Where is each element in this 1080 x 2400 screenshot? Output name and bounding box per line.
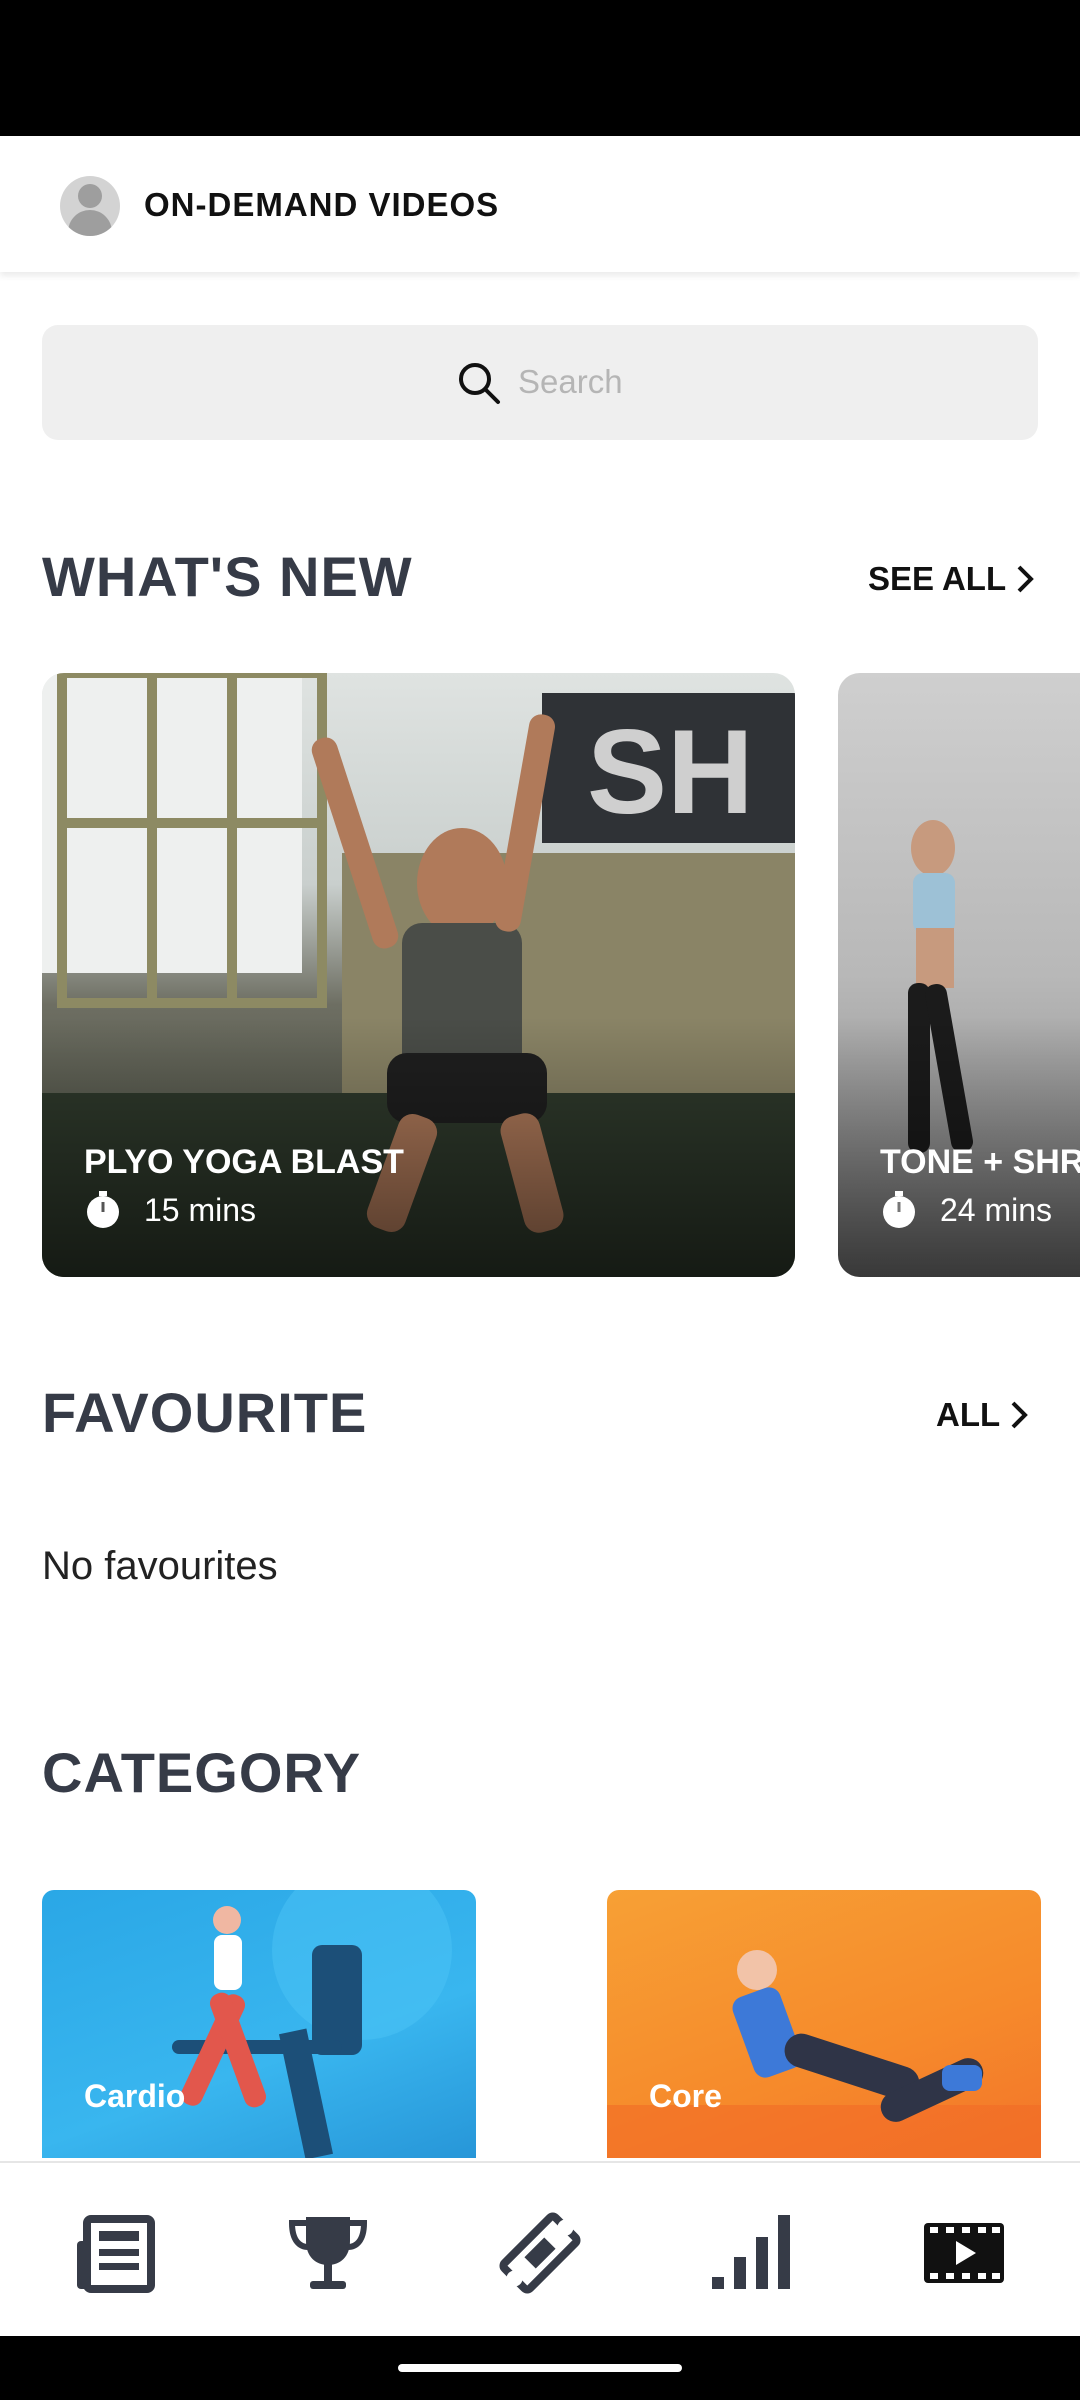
video-duration: 24 mins [880,1191,1052,1229]
page-title: ON-DEMAND VIDEOS [144,186,500,223]
video-title: PLYO YOGA BLAST [84,1143,404,1181]
status-bar [0,0,1080,136]
category-tile-core[interactable]: Core [607,1890,1041,2158]
film-play-icon[interactable] [922,2211,1006,2295]
search-input[interactable]: Search [42,325,1038,440]
category-title: CATEGORY [42,1741,362,1804]
svg-text:SH: SH [587,705,754,839]
newspaper-icon[interactable] [75,2211,159,2295]
see-all-label: SEE ALL [868,560,1007,597]
favourite-all-link[interactable]: ALL [936,1396,1028,1434]
category-label: Core [649,2078,722,2114]
stopwatch-icon [87,1191,119,1228]
video-card[interactable]: SH PLYO YOGA BLAST 15 mins [42,673,795,1277]
bottom-navigation [0,2161,1080,2338]
app-header: ON-DEMAND VIDEOS [0,136,1080,272]
chevron-right-icon [1011,1401,1028,1429]
avatar[interactable] [60,176,120,236]
search-icon [459,363,500,404]
home-indicator[interactable] [398,2364,682,2372]
empty-favourites-text: No favourites [42,1544,278,1588]
video-title: TONE + SHRE [880,1143,1080,1181]
situp-illustration [607,1950,1041,2158]
category-tile-cardio[interactable]: Cardio [42,1890,476,2158]
favourite-title: FAVOURITE [42,1381,368,1444]
whats-new-title: WHAT'S NEW [42,545,413,608]
see-all-link[interactable]: SEE ALL [868,560,1034,598]
ticket-icon[interactable] [498,2211,582,2295]
video-card[interactable]: TONE + SHRE 24 mins [838,673,1080,1277]
bar-chart-icon[interactable] [710,2211,794,2295]
trophy-icon[interactable] [286,2211,370,2295]
all-label: ALL [936,1396,1001,1433]
duration-text: 24 mins [940,1191,1053,1228]
runner-illustration [172,1890,452,2158]
stopwatch-icon [883,1191,915,1228]
search-placeholder: Search [518,363,623,400]
video-duration: 15 mins [84,1191,256,1229]
duration-text: 15 mins [144,1191,257,1228]
chevron-right-icon [1017,565,1034,593]
category-label: Cardio [84,2078,186,2114]
